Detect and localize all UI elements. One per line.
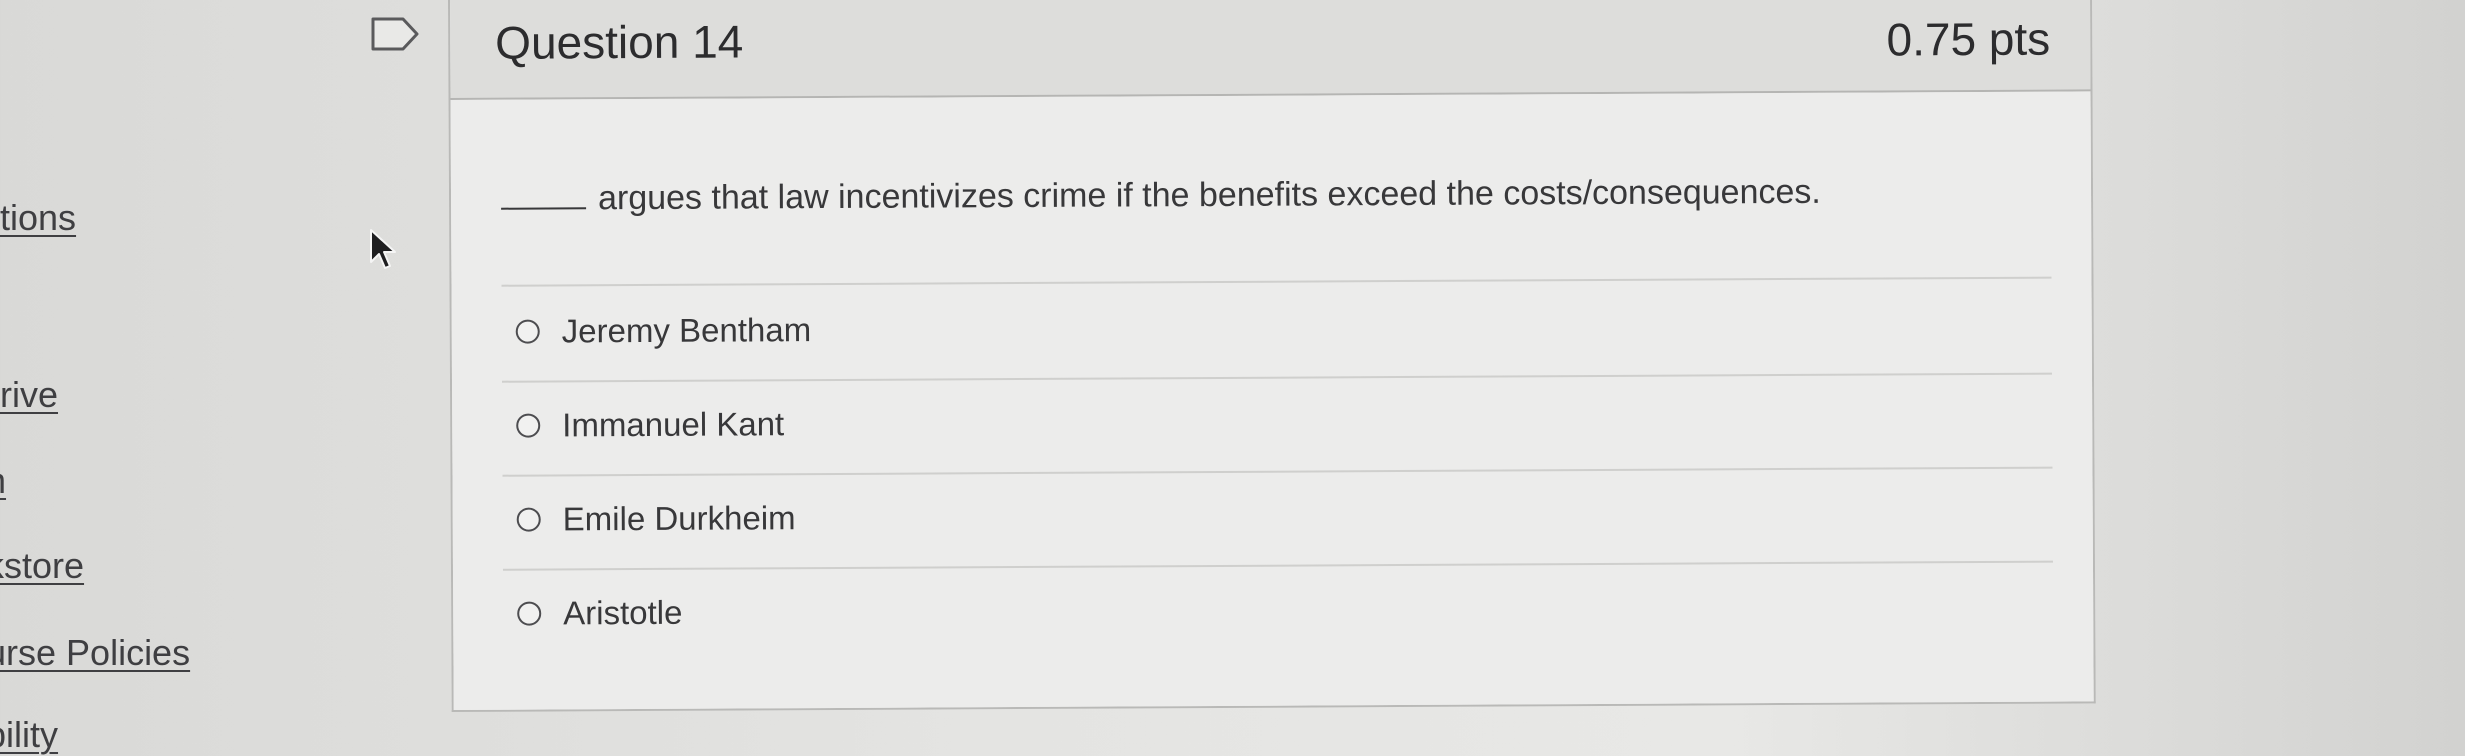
sidebar-link-item[interactable]: n — [0, 460, 6, 502]
option-label: Aristotle — [563, 593, 683, 632]
question-body: argues that law incentivizes crime if th… — [450, 91, 2094, 710]
radio-button[interactable] — [516, 507, 541, 532]
divider — [502, 466, 2053, 477]
answer-option-immanuel-kant[interactable]: Immanuel Kant — [516, 402, 784, 447]
sidebar-link-bookstore[interactable]: kstore — [0, 545, 84, 587]
fill-blank — [501, 207, 587, 210]
answer-option-emile-durkheim[interactable]: Emile Durkheim — [516, 496, 796, 541]
radio-button[interactable] — [517, 601, 542, 626]
divider — [501, 372, 2052, 383]
question-card: Question 14 0.75 pts argues that law inc… — [448, 0, 2096, 712]
divider — [501, 276, 2052, 287]
course-sidebar: tions rive n kstore urse Policies bility — [0, 0, 220, 755]
sidebar-link-discussions[interactable]: tions — [0, 197, 76, 239]
question-text-content: argues that law incentivizes crime if th… — [597, 172, 1821, 218]
radio-button[interactable] — [516, 413, 541, 438]
option-label: Emile Durkheim — [562, 499, 796, 538]
question-header: Question 14 0.75 pts — [449, 0, 2091, 100]
flag-question-icon[interactable] — [370, 14, 422, 54]
sidebar-link-course-policies[interactable]: urse Policies — [0, 632, 190, 674]
mouse-cursor-icon — [368, 228, 398, 274]
question-points: 0.75 pts — [1886, 12, 2051, 66]
question-text: argues that law incentivizes crime if th… — [501, 173, 1821, 219]
radio-button[interactable] — [515, 319, 540, 344]
divider — [502, 560, 2053, 571]
answer-option-jeremy-bentham[interactable]: Jeremy Bentham — [515, 308, 812, 354]
question-title: Question 14 — [495, 15, 744, 69]
option-label: Immanuel Kant — [562, 405, 785, 444]
answer-option-aristotle[interactable]: Aristotle — [517, 591, 683, 636]
sidebar-link-accessibility[interactable]: bility — [0, 714, 58, 756]
option-label: Jeremy Bentham — [561, 311, 812, 350]
sidebar-link-drive[interactable]: rive — [0, 374, 58, 416]
